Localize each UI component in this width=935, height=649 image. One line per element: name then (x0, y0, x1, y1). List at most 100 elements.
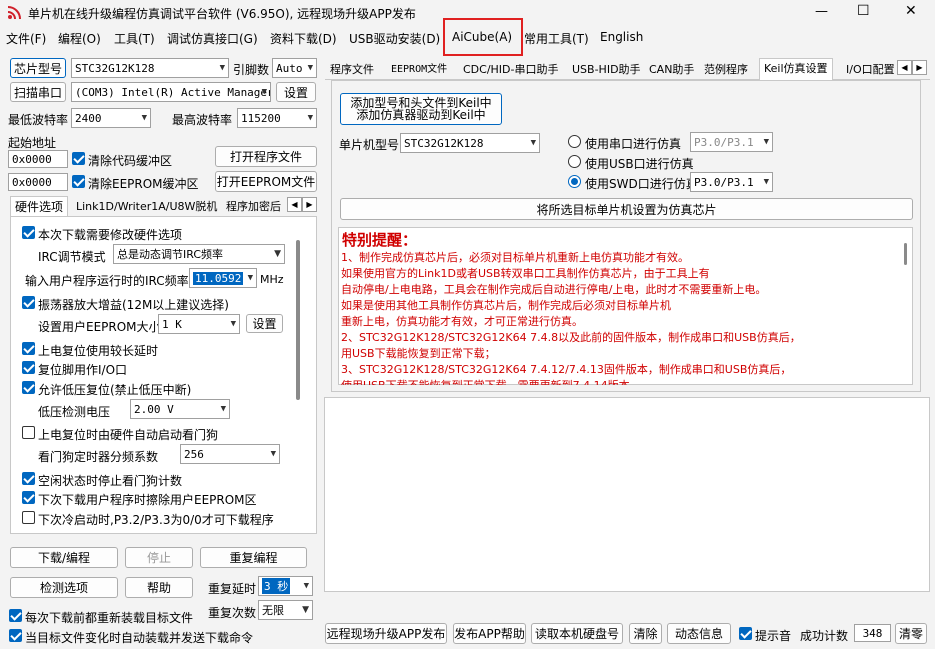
menu-file[interactable]: 文件(F) (6, 30, 46, 47)
idle-wdt-checkbox[interactable] (22, 472, 35, 485)
menu-common-tools[interactable]: 常用工具(T) (524, 30, 589, 47)
scan-port-button[interactable]: 扫描串口 (10, 82, 66, 102)
publish-help-button[interactable]: 发布APP帮助 (453, 623, 526, 644)
port-value: (COM3) Intel(R) Active Manager (75, 85, 271, 99)
long-reset-checkbox[interactable] (22, 342, 35, 355)
tab-right-icon[interactable]: ▶ (302, 197, 317, 212)
open-program-button[interactable]: 打开程序文件 (215, 146, 317, 167)
port-select[interactable]: (COM3) Intel(R) Active Manager ▼ (71, 82, 271, 102)
notice-line: 如果使用官方的Link1D或者USB转双串口工具制作仿真芯片，由于工具上有 (341, 267, 710, 280)
stop-button[interactable]: 停止 (125, 547, 193, 568)
clear-eeprom-checkbox[interactable] (72, 175, 85, 188)
mcu-select[interactable]: STC32G12K128 ▼ (400, 133, 540, 153)
uart-pin-select[interactable]: P3.0/P3.1 ▼ (690, 132, 773, 152)
addr1-input[interactable]: 0x0000 (8, 150, 68, 168)
open-eeprom-button[interactable]: 打开EEPROM文件 (215, 171, 317, 192)
repeat-delay-select[interactable]: 3 秒 ▼ (258, 576, 313, 596)
maximize-button[interactable]: ☐ (857, 3, 870, 19)
start-addr-label: 起始地址 (8, 136, 57, 150)
low-volt-reset-checkbox[interactable] (22, 381, 35, 394)
radio-swd[interactable] (568, 175, 581, 188)
hardware-scrollbar[interactable] (296, 240, 300, 400)
tab-keil-sim[interactable]: Keil仿真设置 (759, 58, 833, 80)
low-volt-select[interactable]: 2.00 V ▼ (130, 399, 230, 419)
tab-offline[interactable]: Link1D/Writer1A/U8W脱机 (72, 197, 221, 217)
close-button[interactable]: ✕ (905, 3, 917, 19)
set-sim-chip-button[interactable]: 将所选目标单片机设置为仿真芯片 (340, 198, 913, 220)
right-tab-right-icon[interactable]: ▶ (912, 60, 927, 75)
reprogram-button[interactable]: 重复编程 (200, 547, 307, 568)
cold-boot-checkbox[interactable] (22, 511, 35, 524)
clear-count-button[interactable]: 清零 (895, 623, 927, 644)
tab-io-config[interactable]: I/O口配置 (842, 60, 897, 80)
wdt-auto-checkbox[interactable] (22, 426, 35, 439)
success-label: 成功计数 (800, 629, 849, 643)
wdt-div-label: 看门狗定时器分频系数 (38, 450, 159, 464)
pin-label: 引脚数 (233, 63, 270, 77)
download-button[interactable]: 下载/编程 (10, 547, 118, 568)
menu-program[interactable]: 编程(O) (58, 30, 101, 47)
chevron-down-icon: ▼ (247, 273, 253, 283)
tab-left-icon[interactable]: ◀ (287, 197, 302, 212)
notice-title: 特别提醒： (342, 231, 418, 249)
add-keil-button[interactable]: 添加型号和头文件到Keil中 添加仿真器驱动到Keil中 (340, 93, 502, 125)
reload-before-checkbox[interactable] (9, 609, 22, 622)
beep-label: 提示音 (755, 629, 792, 643)
osc-gain-checkbox[interactable] (22, 296, 35, 309)
check-options-button[interactable]: 检测选项 (10, 577, 118, 598)
modify-hw-label: 本次下载需要修改硬件选项 (38, 228, 183, 242)
tab-examples[interactable]: 范例程序 (700, 60, 752, 80)
menu-docs[interactable]: 资料下载(D) (270, 30, 337, 47)
read-disk-button[interactable]: 读取本机硬盘号 (531, 623, 623, 644)
irc-mode-select[interactable]: 总是动态调节IRC频率 ▼ (113, 244, 285, 264)
menu-english[interactable]: English (600, 30, 643, 44)
clear-button[interactable]: 清除 (629, 623, 662, 644)
eeprom-size-select[interactable]: 1 K ▼ (158, 314, 240, 334)
remote-upgrade-button[interactable]: 远程现场升级APP发布 (325, 623, 447, 644)
beep-checkbox[interactable] (739, 627, 752, 640)
notice-line: 1、制作完成仿真芯片后，必须对目标单片机重新上电仿真功能才有效。 (341, 251, 689, 264)
max-baud-select[interactable]: 115200 ▼ (237, 108, 317, 128)
swd-pin-select[interactable]: P3.0/P3.1 ▼ (690, 172, 773, 192)
reset-io-checkbox[interactable] (22, 361, 35, 374)
minimize-button[interactable]: — (815, 4, 828, 19)
modify-hw-checkbox[interactable] (22, 226, 35, 239)
tab-usb-hid[interactable]: USB-HID助手 (568, 60, 645, 80)
port-settings-button[interactable]: 设置 (276, 82, 316, 102)
addr2-input[interactable]: 0x0000 (8, 173, 68, 191)
repeat-delay-label: 重复延时 (208, 582, 257, 596)
menu-tools[interactable]: 工具(T) (114, 30, 155, 47)
notice-scrollbar[interactable] (904, 243, 907, 265)
menu-debug[interactable]: 调试仿真接口(G) (167, 30, 258, 47)
low-volt-label: 低压检测电压 (38, 405, 111, 419)
chip-model-select[interactable]: STC32G12K128 ▼ (71, 58, 229, 78)
help-button[interactable]: 帮助 (125, 577, 193, 598)
chip-type-button[interactable]: 芯片型号 (10, 58, 66, 78)
pin-select[interactable]: Auto ▼ (272, 58, 317, 78)
right-tab-left-icon[interactable]: ◀ (897, 60, 912, 75)
dynamic-info-button[interactable]: 动态信息 (667, 623, 731, 644)
tab-hardware[interactable]: 硬件选项 (10, 196, 69, 216)
wdt-div-select[interactable]: 256 ▼ (180, 444, 280, 464)
radio-usb[interactable] (568, 155, 581, 168)
menu-aicube[interactable]: AiCube(A) (452, 30, 512, 44)
tab-cdc-hid[interactable]: CDC/HID-串口助手 (459, 60, 563, 80)
output-hscrollbar[interactable] (324, 600, 930, 616)
clear-code-checkbox[interactable] (72, 152, 85, 165)
min-baud-select[interactable]: 2400 ▼ (71, 108, 151, 128)
repeat-count-select[interactable]: 无限 ▼ (258, 600, 313, 620)
radio-uart[interactable] (568, 135, 581, 148)
notice-line: 3、STC32G12K128/STC32G12K64 7.4.12/7.4.13… (341, 363, 792, 376)
reset-io-label: 复位脚用作I/O口 (38, 363, 128, 377)
auto-reload-checkbox[interactable] (9, 629, 22, 642)
tab-program-file[interactable]: 程序文件 (326, 60, 378, 80)
menu-usb-driver[interactable]: USB驱动安装(D) (349, 30, 440, 47)
tab-encrypt[interactable]: 程序加密后 (222, 197, 285, 217)
tab-can[interactable]: CAN助手 (645, 60, 698, 80)
tab-eeprom-file[interactable]: EEPROM文件 (387, 60, 451, 80)
wdt-auto-label: 上电复位时由硬件自动启动看门狗 (38, 428, 219, 442)
output-area[interactable] (324, 397, 930, 592)
irc-freq-select[interactable]: 11.0592 ▼ (189, 268, 257, 288)
erase-eeprom-checkbox[interactable] (22, 491, 35, 504)
eeprom-set-button[interactable]: 设置 (246, 314, 283, 333)
